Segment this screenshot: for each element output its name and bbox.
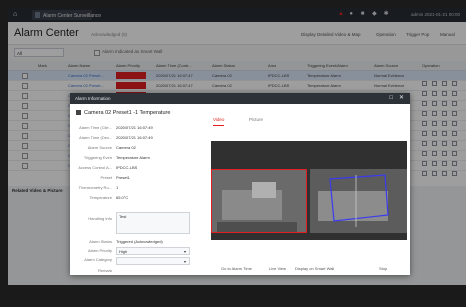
camera-heading: Camera 02 Preset1 -1 Temperature: [76, 110, 170, 116]
alarm-center-window: ⌂ Alarm Center Surveillance ▲ ● ■ ◆ ✱ ad…: [8, 8, 466, 285]
info-field-value: Camera 02: [116, 145, 136, 150]
info-field-label: Alarm Source: [87, 145, 112, 150]
info-field: Preset Preset1: [70, 174, 194, 182]
visible-scene: [310, 169, 407, 233]
info-field-label: Thermometry Ru...: [78, 185, 112, 190]
info-field: Triggering Even Temperature Alarm: [70, 154, 194, 162]
info-field-value: Temperature Alarm: [116, 155, 150, 160]
camera-icon: [76, 110, 81, 116]
info-field: Temperature 65.0°C: [70, 194, 194, 202]
camera-title: Camera 02 Preset1 -1 Temperature: [84, 110, 171, 116]
info-field: Alarm Source Camera 02: [70, 144, 194, 152]
info-field-value: 2020/07/21 16:07:49: [116, 125, 153, 130]
info-field: Alarm Time (Clie... 2020/07/21 16:07:49: [70, 124, 194, 132]
video-controls: Go to Alarm Time Live View Display on Sm…: [211, 266, 407, 274]
info-field: Alarm Time (Dev... 2020/07/21 16:07:49: [70, 134, 194, 142]
alarm-status-row: Alarm Status Triggered (Acknowledged): [70, 238, 194, 246]
video-player[interactable]: [211, 141, 407, 240]
alarm-category-label: Alarm Category: [84, 257, 112, 262]
handling-info-input[interactable]: Test: [116, 212, 190, 234]
chevron-down-icon: ▾: [183, 259, 186, 264]
remark-label: Remark: [97, 268, 112, 273]
live-view-button[interactable]: Live View: [269, 266, 286, 271]
alarm-priority-label: Alarm Priority: [87, 248, 112, 253]
info-field-value: 2020/07/21 16:07:49: [116, 135, 153, 140]
handling-info-label: Handling Info: [88, 216, 112, 221]
info-field-label: Access Control A...: [78, 165, 112, 170]
tab-picture[interactable]: Picture: [249, 115, 263, 125]
info-field-label: Preset: [100, 175, 112, 180]
handling-info-text: Test: [119, 214, 127, 219]
thermal-view: [211, 169, 307, 233]
thermal-scene: [212, 170, 306, 232]
alarm-priority-select[interactable]: High ▾: [116, 247, 190, 255]
info-field: Thermometry Ru... 1: [70, 184, 194, 192]
alarm-status-label: Alarm Status: [89, 239, 112, 244]
visible-view: [310, 169, 407, 233]
info-field-label: Temperature: [89, 195, 112, 200]
maximize-icon[interactable]: □: [389, 95, 393, 102]
info-field-value: 1: [116, 185, 119, 190]
info-field-value: IPDCC-LBS: [116, 165, 138, 170]
alarm-category-select[interactable]: ▾: [116, 257, 190, 265]
smart-wall-button[interactable]: Display on Smart Wall: [295, 266, 334, 271]
dialog-titlebar: Alarm Information □ ✕: [70, 93, 410, 104]
info-field-label: Alarm Time (Clie...: [79, 125, 112, 130]
info-field: Access Control A... IPDCC-LBS: [70, 164, 194, 172]
close-icon[interactable]: ✕: [399, 95, 404, 102]
dialog-title: Alarm Information: [75, 96, 111, 101]
chevron-down-icon: ▾: [183, 249, 186, 254]
go-to-alarm-time-button[interactable]: Go to Alarm Time: [221, 266, 252, 271]
alarm-info-dialog: Alarm Information □ ✕ Camera 02 Preset1 …: [70, 93, 410, 275]
info-field-value: 65.0°C: [116, 195, 129, 200]
stop-button[interactable]: Stop: [379, 266, 387, 271]
alarm-priority-value: High: [119, 249, 128, 254]
alarm-status-value: Triggered (Acknowledged): [116, 239, 163, 244]
remark-row: Remark: [70, 267, 194, 275]
info-field-label: Alarm Time (Dev...: [79, 135, 112, 140]
info-field-label: Triggering Even: [83, 155, 112, 160]
tab-video[interactable]: Video: [213, 115, 225, 126]
info-field-value: Preset1: [116, 175, 130, 180]
